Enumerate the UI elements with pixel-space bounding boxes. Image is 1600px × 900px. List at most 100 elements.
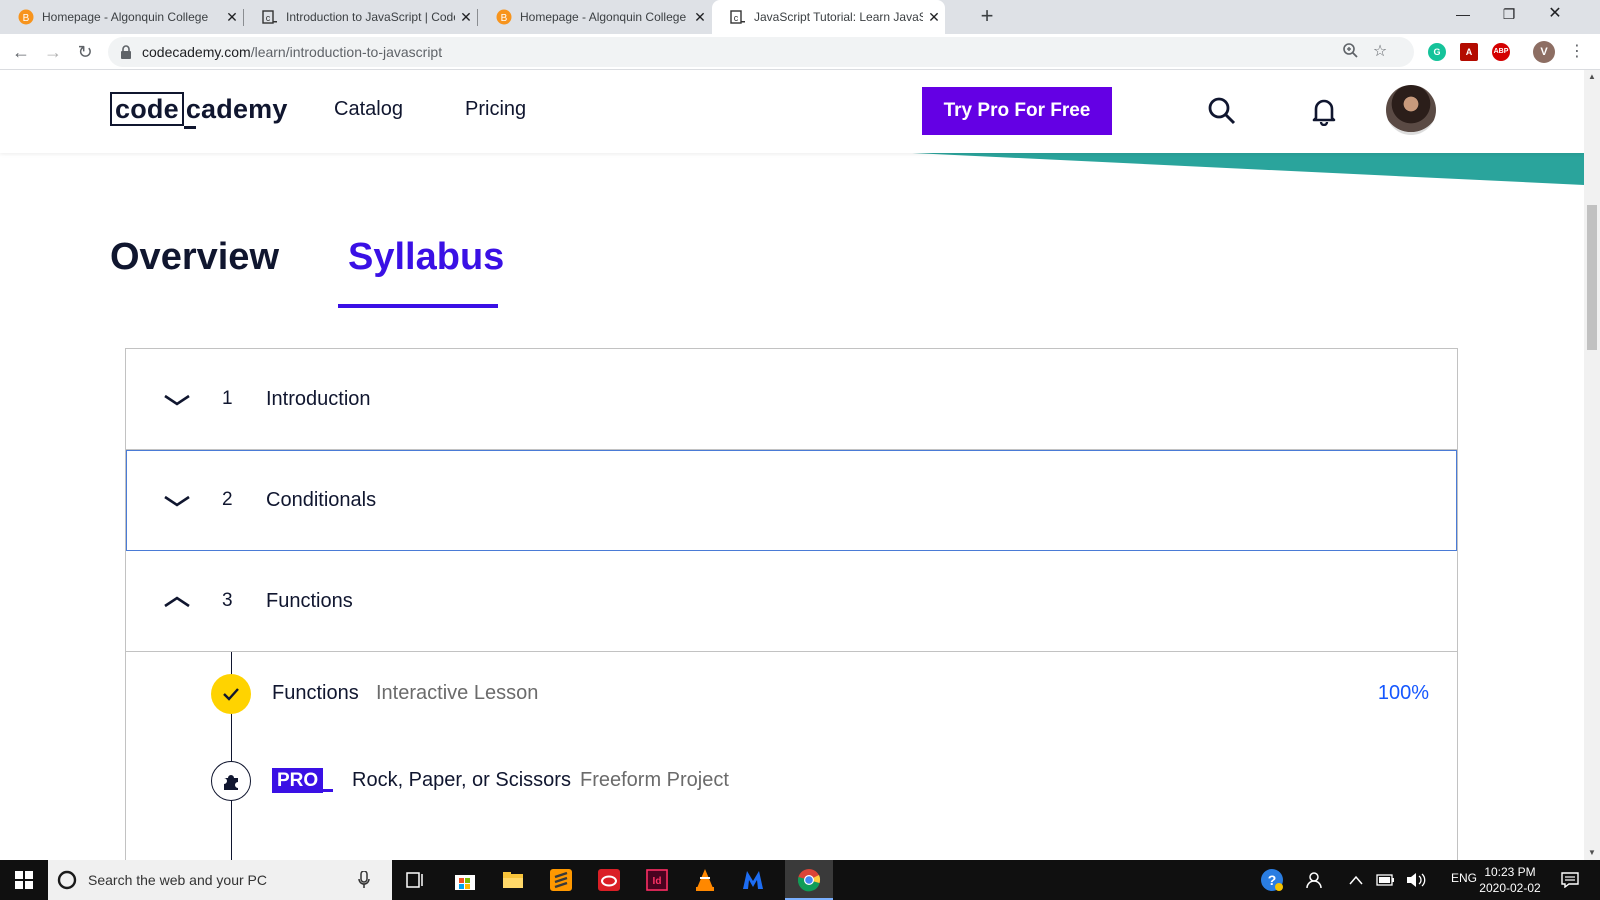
module-title: Introduction (266, 387, 371, 410)
browser-tab-3[interactable]: B Homepage - Algonquin College ✕ (478, 0, 711, 34)
new-tab-button[interactable]: + (975, 5, 999, 29)
logo-box-text: code (110, 92, 184, 126)
bookmark-star-icon[interactable]: ☆ (1370, 42, 1390, 62)
lock-icon (120, 45, 132, 64)
svg-text:Id: Id (653, 876, 662, 887)
microsoft-store-icon[interactable] (449, 864, 481, 896)
codecademy-favicon: c (262, 9, 278, 25)
url-path: /learn/introduction-to-javascript (250, 44, 443, 60)
module-row-expanded[interactable]: 3 Functions (126, 551, 1457, 652)
windows-start-icon[interactable] (0, 860, 48, 900)
profile-avatar[interactable]: V (1533, 41, 1555, 63)
site-header: code cademy Catalog Pricing Try Pro For F… (0, 70, 1584, 153)
indesign-icon[interactable]: Id (641, 864, 673, 896)
back-icon[interactable]: ← (8, 39, 34, 65)
chevron-down-icon (164, 495, 190, 507)
vlc-icon[interactable] (689, 864, 721, 896)
creative-cloud-icon[interactable] (593, 864, 625, 896)
search-icon[interactable] (1207, 96, 1237, 126)
pro-badge: PRO (272, 768, 324, 793)
lesson-progress: 100% (1377, 682, 1429, 704)
close-tab-icon[interactable]: ✕ (923, 9, 945, 26)
notification-bell-icon[interactable] (1309, 96, 1339, 127)
lesson-type: Freeform Project (580, 769, 729, 791)
windows-taskbar: Search the web and your PC Id ? ENG 10:2… (0, 860, 1600, 900)
module-number: 1 (222, 388, 233, 409)
algonquin-favicon: B (496, 9, 512, 25)
url-text: codecademy.com/learn/introduction-to-jav… (142, 44, 442, 60)
grammarly-icon[interactable]: G (1428, 43, 1446, 61)
tab-overview[interactable]: Overview (110, 236, 279, 279)
browser-tab-title: Homepage - Algonquin College (42, 10, 209, 24)
action-center-icon[interactable] (1554, 864, 1586, 896)
lesson-type: Interactive Lesson (376, 682, 539, 704)
module-row[interactable]: 2 Conditionals (126, 450, 1457, 551)
browser-tab-strip: B Homepage - Algonquin College ✕ c Intro… (0, 0, 1600, 34)
module-number: 2 (222, 489, 233, 510)
svg-text:c: c (266, 13, 271, 23)
taskbar-search-box[interactable]: Search the web and your PC (48, 860, 392, 900)
close-tab-icon[interactable]: ✕ (221, 9, 243, 26)
tab-syllabus[interactable]: Syllabus (348, 236, 504, 279)
scroll-down-arrow-icon[interactable]: ▼ (1584, 846, 1600, 860)
chevron-up-tray-icon[interactable] (1340, 864, 1372, 896)
people-icon[interactable] (1300, 864, 1332, 896)
scroll-up-arrow-icon[interactable]: ▲ (1584, 70, 1600, 84)
volume-icon[interactable] (1400, 864, 1432, 896)
logo-rest-text: cademy (183, 93, 288, 129)
syllabus-accordion: 1 Introduction 2 Conditionals 3 Function… (125, 348, 1458, 860)
scrollbar-thumb[interactable] (1587, 205, 1597, 350)
battery-icon[interactable] (1370, 864, 1402, 896)
module-title: Conditionals (266, 488, 377, 511)
sublime-text-icon[interactable] (545, 864, 577, 896)
browser-tab-1[interactable]: B Homepage - Algonquin College ✕ (0, 0, 243, 34)
clock-date: 2020-02-02 (1479, 881, 1541, 895)
task-view-icon[interactable] (400, 864, 432, 896)
user-avatar[interactable] (1386, 85, 1436, 135)
system-clock[interactable]: 10:23 PM 2020-02-02 (1474, 864, 1546, 896)
browser-menu-icon[interactable]: ⋮ (1564, 39, 1590, 65)
module-lessons: Functions Interactive Lesson 100% PRO Ro… (126, 652, 1457, 860)
svg-text:B: B (501, 13, 508, 24)
browser-tab-title: Introduction to JavaScript | Code (286, 10, 455, 24)
help-icon[interactable]: ? (1256, 864, 1288, 896)
codecademy-logo[interactable]: code cademy (110, 90, 288, 129)
module-title: Functions (266, 589, 353, 612)
try-pro-button[interactable]: Try Pro For Free (922, 87, 1112, 135)
chrome-icon[interactable] (793, 864, 825, 896)
file-explorer-icon[interactable] (497, 864, 529, 896)
browser-tab-title: Homepage - Algonquin College (520, 10, 687, 24)
browser-tab-2[interactable]: c Introduction to JavaScript | Code ✕ (244, 0, 477, 34)
nav-pricing[interactable]: Pricing (465, 98, 526, 121)
close-window-icon[interactable]: ✕ (1532, 0, 1578, 30)
microphone-icon[interactable] (358, 871, 370, 889)
zoom-icon[interactable] (1340, 42, 1360, 62)
adblock-icon[interactable]: ABP (1492, 43, 1510, 61)
forward-icon[interactable]: → (40, 39, 66, 65)
address-bar[interactable]: codecademy.com/learn/introduction-to-jav… (108, 37, 1414, 67)
browser-tab-4-active[interactable]: c JavaScript Tutorial: Learn JavaScri ✕ (712, 0, 945, 34)
module-number: 3 (222, 590, 233, 611)
browser-tab-title: JavaScript Tutorial: Learn JavaScri (754, 10, 923, 24)
close-tab-icon[interactable]: ✕ (455, 9, 477, 26)
pdf-icon[interactable]: A (1460, 43, 1478, 61)
restore-icon[interactable]: ❐ (1486, 0, 1532, 30)
minimize-icon[interactable]: — (1440, 0, 1486, 30)
active-tab-underline (338, 304, 498, 308)
module-row[interactable]: 1 Introduction (126, 349, 1457, 450)
pro-badge-cursor (323, 789, 333, 792)
close-tab-icon[interactable]: ✕ (689, 9, 711, 26)
cortana-circle-icon (57, 870, 77, 890)
clock-time: 10:23 PM (1484, 865, 1536, 879)
malwarebytes-icon[interactable] (737, 864, 769, 896)
page-scrollbar[interactable]: ▲ ▼ (1584, 70, 1600, 860)
lesson-name: Functions (272, 682, 359, 704)
browser-toolbar: ← → ↻ codecademy.com/learn/introduction-… (0, 34, 1600, 70)
lesson-item[interactable]: PRO Rock, Paper, or Scissors Freeform Pr… (126, 751, 1459, 811)
codecademy-favicon: c (730, 9, 746, 25)
url-host: codecademy.com (142, 44, 251, 60)
reload-icon[interactable]: ↻ (72, 39, 98, 65)
lesson-item[interactable]: Functions Interactive Lesson 100% (126, 664, 1459, 724)
puzzle-piece-icon (211, 761, 251, 801)
nav-catalog[interactable]: Catalog (334, 98, 403, 121)
